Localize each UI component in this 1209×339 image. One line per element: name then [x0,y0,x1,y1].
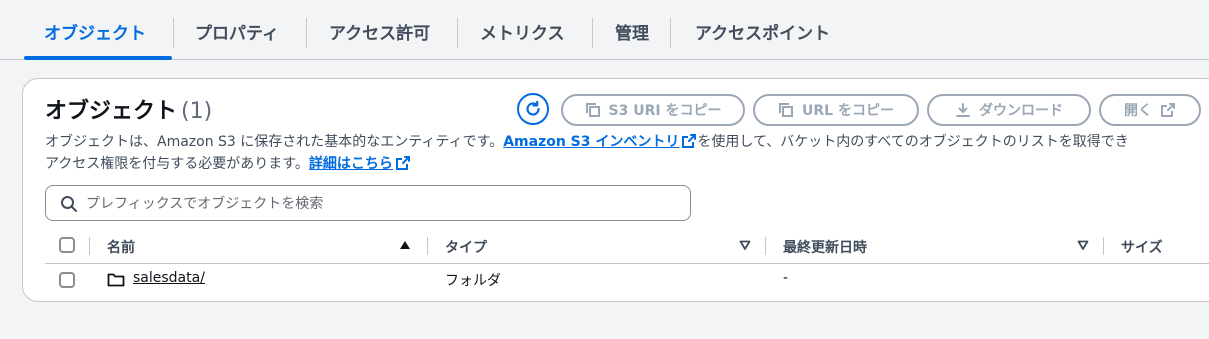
description-text-1: オブジェクトは、Amazon S3 に保存された基本的なエンティティです。 [45,134,504,150]
column-divider [89,237,90,255]
copy-s3-uri-label: S3 URI をコピー [608,103,722,119]
copy-icon [585,103,600,117]
tab-divider [670,18,671,48]
copy-icon [779,103,794,117]
sort-icon[interactable] [1077,239,1089,251]
open-label: 開く [1124,103,1152,119]
panel-title-text: オブジェクト [45,99,178,124]
open-button[interactable]: 開く [1099,94,1201,126]
search-input[interactable] [84,191,678,217]
learn-more-link[interactable]: 詳細はこちら [309,156,411,172]
tab-access-points[interactable]: アクセスポイント [673,20,852,48]
search-icon [61,196,77,212]
table-header: 名前 タイプ 最終更新日時 サイズ [45,229,1209,264]
download-icon [956,103,970,117]
tab-properties[interactable]: プロパティ [173,20,301,48]
row-checkbox[interactable] [59,272,75,288]
sort-ascending-icon[interactable] [399,239,411,251]
tab-objects[interactable]: オブジェクト [22,20,168,48]
copy-s3-uri-button[interactable]: S3 URI をコピー [561,94,745,126]
column-header-type[interactable]: タイプ [445,237,487,257]
panel-description: オブジェクトは、Amazon S3 に保存された基本的なエンティティです。Ama… [45,131,1209,175]
active-tab-indicator [24,56,172,60]
column-header-name[interactable]: 名前 [107,237,135,257]
select-all-checkbox[interactable] [59,237,75,253]
object-name-link[interactable]: salesdata/ [133,270,205,286]
inventory-link-label: Amazon S3 インベントリ [503,134,680,150]
copy-url-button[interactable]: URL をコピー [753,94,919,126]
external-link-icon [682,134,697,148]
search-box [45,185,691,221]
objects-panel: オブジェクト (1) S3 URI をコピー URL をコピー ダウンロード 開く [22,78,1209,302]
column-divider [765,237,766,255]
external-link-icon [1161,103,1175,117]
object-last-modified: - [783,270,789,286]
object-type: フォルダ [445,273,501,289]
folder-icon [107,273,125,287]
column-divider [427,237,428,255]
learn-more-label: 詳細はこちら [308,156,393,172]
object-count: (1) [181,99,213,124]
table-row: salesdata/ フォルダ - [45,264,1209,298]
refresh-button[interactable] [517,93,549,125]
description-text-2: を使用して、バケット内のすべてのオブジェクトのリストを取得でき [697,134,1129,150]
tab-permissions[interactable]: アクセス許可 [307,20,452,48]
tab-bar: オブジェクト プロパティ アクセス許可 メトリクス 管理 アクセスポイント [0,0,1209,60]
description-text-3: アクセス権限を付与する必要があります。 [45,156,309,172]
copy-url-label: URL をコピー [802,103,894,119]
column-divider [1103,237,1104,255]
download-button[interactable]: ダウンロード [927,94,1091,126]
download-label: ダウンロード [979,103,1063,119]
refresh-icon [526,100,540,116]
external-link-icon [395,156,410,170]
tab-metrics[interactable]: メトリクス [458,20,587,48]
tab-management[interactable]: 管理 [593,20,671,48]
column-header-size[interactable]: サイズ [1121,237,1163,257]
panel-title: オブジェクト (1) [45,93,212,125]
inventory-link[interactable]: Amazon S3 インベントリ [503,134,697,150]
column-header-last-modified[interactable]: 最終更新日時 [783,237,867,257]
sort-icon[interactable] [739,239,751,251]
